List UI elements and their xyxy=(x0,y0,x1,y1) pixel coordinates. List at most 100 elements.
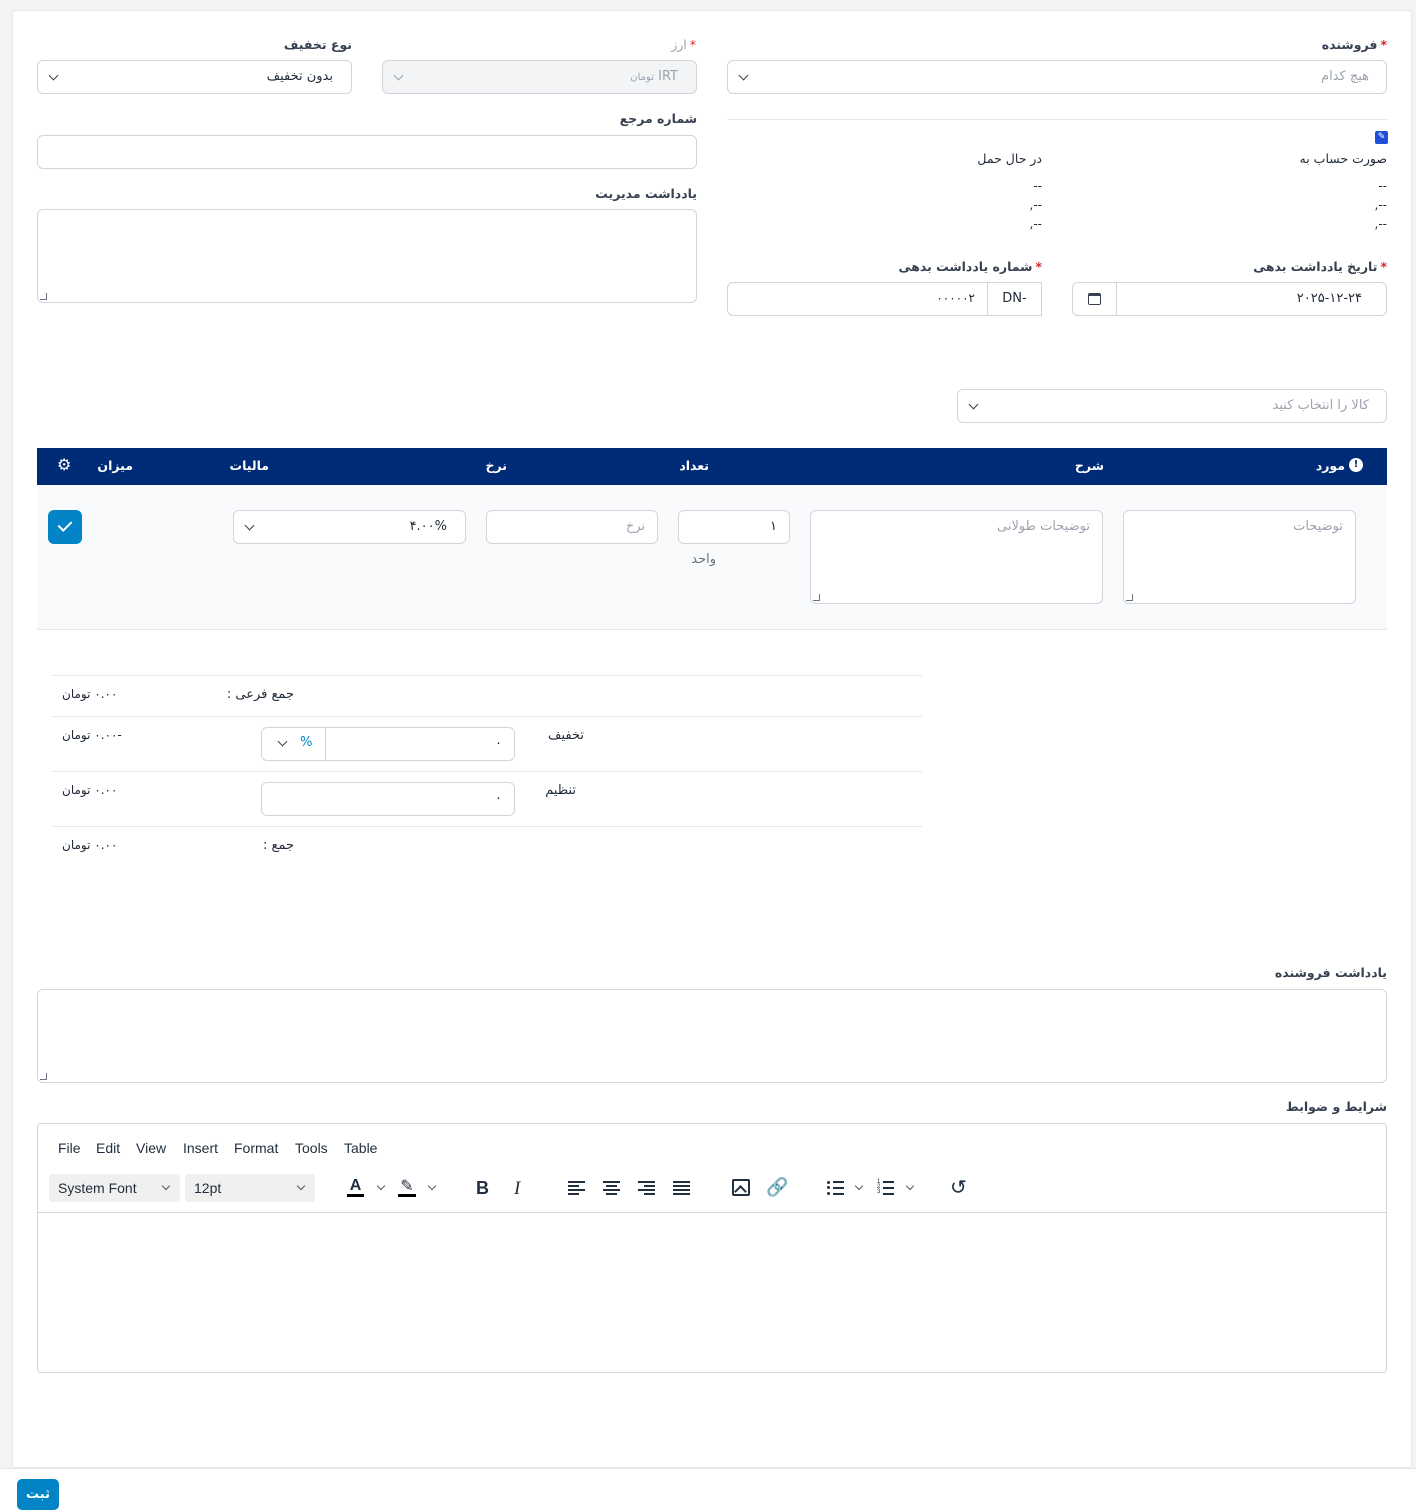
th-item: مورد xyxy=(1315,458,1345,473)
discount-type-select[interactable]: بدون تخفیف xyxy=(37,60,352,94)
chevron-down-icon xyxy=(393,70,404,81)
long-desc-placeholder: توضیحات طولانی xyxy=(997,519,1090,534)
debit-date-label: *تاریخ یادداشت بدهی xyxy=(1253,259,1387,274)
menu-view[interactable]: View xyxy=(136,1140,166,1156)
menu-table[interactable]: Table xyxy=(344,1140,377,1156)
font-family-value: System Font xyxy=(58,1180,137,1196)
subtotal-label: جمع فرعی : xyxy=(226,687,294,702)
history-icon[interactable]: ↺ xyxy=(950,1175,967,1199)
chevron-down-icon xyxy=(244,520,255,531)
calendar-icon xyxy=(1088,293,1101,305)
th-amount: میزان xyxy=(97,458,133,473)
chevron-down-icon xyxy=(296,1181,306,1191)
long-description-textarea[interactable]: توضیحات طولانی xyxy=(810,510,1103,604)
bold-icon[interactable]: B xyxy=(476,1178,489,1199)
submit-button[interactable]: ثبت xyxy=(17,1479,59,1510)
bill-line: --, xyxy=(1374,198,1387,212)
align-left-icon[interactable] xyxy=(568,1180,585,1195)
resize-grip-icon xyxy=(813,594,820,601)
item-select[interactable]: کالا را انتخاب کنید xyxy=(957,389,1387,423)
divider xyxy=(727,119,1387,120)
discount-value: -۰.۰۰ تومان xyxy=(62,728,122,742)
divider xyxy=(52,826,922,827)
menu-tools[interactable]: Tools xyxy=(295,1140,328,1156)
font-family-select[interactable]: System Font xyxy=(49,1174,180,1202)
add-item-button[interactable] xyxy=(48,510,82,544)
th-rate: نرخ xyxy=(485,458,507,473)
debit-number-input[interactable]: ۰۰۰۰۰۲ DN- xyxy=(727,282,1042,316)
ship-line: --, xyxy=(1029,198,1042,212)
edit-icon[interactable]: ✎ xyxy=(1375,131,1388,144)
chevron-down-icon xyxy=(48,70,59,81)
adjust-label: تنظیم xyxy=(545,783,576,798)
discount-label: تخفیف xyxy=(548,728,584,743)
calendar-button[interactable] xyxy=(1073,283,1117,315)
debit-date-input[interactable]: ۲۰۲۵-۱۲-۲۴ xyxy=(1072,282,1387,316)
qty-value: ۱ xyxy=(770,519,777,534)
divider xyxy=(52,716,922,717)
image-icon[interactable] xyxy=(732,1179,750,1198)
numbered-list-icon[interactable]: 123 xyxy=(877,1179,894,1195)
adjust-value: ۰.۰۰ تومان xyxy=(62,783,118,797)
vendor-note-label: یادداشت فروشنده xyxy=(1274,965,1387,980)
info-icon: ! xyxy=(1349,458,1363,472)
resize-grip-icon xyxy=(40,1073,47,1080)
total-label: جمع : xyxy=(263,838,294,853)
discount-type-value: بدون تخفیف xyxy=(266,69,333,84)
align-right-icon[interactable] xyxy=(638,1180,655,1195)
item-description-textarea[interactable]: توضیحات xyxy=(1123,510,1356,604)
th-description: شرح xyxy=(1074,458,1104,473)
discount-input-group: ۰ % xyxy=(261,727,515,761)
vendor-placeholder: هیچ کدام xyxy=(1321,69,1369,84)
italic-icon[interactable]: I xyxy=(514,1178,520,1200)
th-qty: تعداد xyxy=(679,458,709,473)
discount-type-label: نوع تخفیف xyxy=(283,37,352,52)
check-icon xyxy=(57,517,73,532)
admin-note-textarea[interactable] xyxy=(37,209,697,303)
font-size-select[interactable]: 12pt xyxy=(185,1174,315,1202)
terms-label: شرایط و ضوابط xyxy=(1285,1099,1387,1114)
tax-select[interactable]: ۴.۰۰% xyxy=(233,510,466,544)
terms-editor xyxy=(37,1123,1387,1373)
bullet-list-icon[interactable] xyxy=(827,1180,844,1195)
menu-format[interactable]: Format xyxy=(234,1140,278,1156)
align-justify-icon[interactable] xyxy=(673,1180,690,1195)
reference-input[interactable] xyxy=(37,135,697,169)
th-tax: مالیات xyxy=(229,458,269,473)
vendor-note-textarea[interactable] xyxy=(37,989,1387,1083)
qty-input[interactable]: ۱ xyxy=(678,510,790,544)
chevron-down-icon xyxy=(277,736,288,747)
rate-placeholder: نرخ xyxy=(625,519,645,534)
item-placeholder: توضیحات xyxy=(1293,519,1343,534)
editor-body[interactable] xyxy=(38,1213,1386,1372)
divider xyxy=(52,675,922,676)
highlight-color-icon[interactable]: ✎ xyxy=(398,1178,416,1197)
align-center-icon[interactable] xyxy=(603,1180,620,1195)
gear-icon[interactable]: ⚙ xyxy=(57,457,71,473)
divider xyxy=(52,771,922,772)
chevron-down-icon xyxy=(161,1181,171,1191)
ship-to-label: در حال حمل xyxy=(977,151,1042,166)
currency-value: IRT تومان xyxy=(630,69,678,84)
discount-unit: % xyxy=(300,735,313,750)
subtotal-value: ۰.۰۰ تومان xyxy=(62,687,118,701)
text-color-icon[interactable]: A xyxy=(347,1178,364,1197)
resize-grip-icon xyxy=(1126,594,1133,601)
rate-input[interactable]: نرخ xyxy=(486,510,658,544)
tax-value: ۴.۰۰% xyxy=(409,519,447,534)
menu-edit[interactable]: Edit xyxy=(96,1140,120,1156)
link-icon[interactable]: 🔗 xyxy=(766,1177,788,1198)
bill-line: -- xyxy=(1378,179,1387,193)
menu-insert[interactable]: Insert xyxy=(183,1140,218,1156)
menu-file[interactable]: File xyxy=(58,1140,81,1156)
vendor-select[interactable]: هیچ کدام xyxy=(727,60,1387,94)
discount-input[interactable]: ۰ xyxy=(326,728,514,760)
currency-label: *ارز xyxy=(671,37,696,52)
currency-select[interactable]: IRT تومان xyxy=(382,60,697,94)
debit-prefix: DN- xyxy=(987,283,1041,315)
chevron-down-icon xyxy=(738,70,749,81)
adjust-input[interactable]: ۰ xyxy=(261,782,515,816)
ship-line: --, xyxy=(1029,217,1042,231)
discount-unit-select[interactable]: % xyxy=(262,728,326,760)
font-size-value: 12pt xyxy=(194,1180,222,1196)
